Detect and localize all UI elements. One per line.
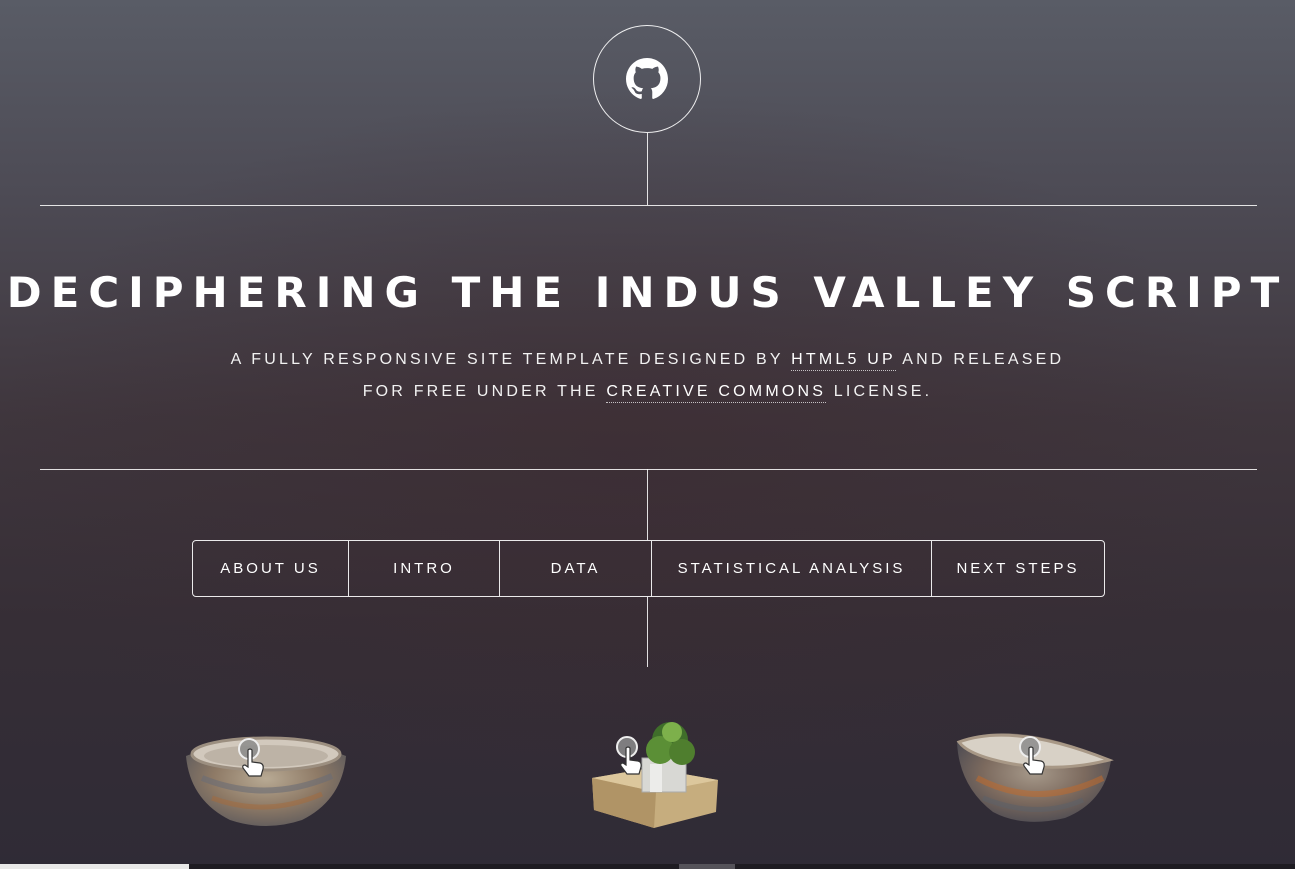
hand-pointer-icon (620, 746, 642, 775)
main-nav: ABOUT US INTRO DATA STATISTICAL ANALYSIS… (192, 540, 1105, 597)
divider-bottom (40, 469, 1257, 470)
nav-about-us[interactable]: ABOUT US (193, 541, 348, 596)
tree-on-block-model[interactable] (590, 720, 720, 832)
github-icon (626, 58, 668, 99)
connector-line-middle (647, 469, 648, 540)
divider-top (40, 205, 1257, 206)
connector-line-bottom (647, 597, 648, 667)
connector-line-top (647, 133, 648, 205)
hand-pointer-icon (1023, 746, 1045, 775)
creative-commons-link[interactable]: CREATIVE COMMONS (606, 383, 827, 403)
scrollbar-segment (679, 864, 735, 869)
subtitle-line-1: A FULLY RESPONSIVE SITE TEMPLATE DESIGNE… (0, 351, 1295, 371)
stone-bowl-image (186, 736, 346, 826)
subtitle-text: A FULLY RESPONSIVE SITE TEMPLATE DESIGNE… (230, 351, 792, 368)
subtitle-line-2: FOR FREE UNDER THE CREATIVE COMMONS LICE… (0, 383, 1295, 403)
html5up-link[interactable]: HTML5 UP (791, 351, 896, 371)
stone-bowl-model-2[interactable] (953, 720, 1115, 830)
horizontal-scrollbar[interactable] (0, 864, 1295, 869)
tree-block-image (592, 722, 718, 828)
stone-bowl-model[interactable] (182, 728, 350, 830)
github-link[interactable] (593, 25, 701, 133)
nav-statistical-analysis[interactable]: STATISTICAL ANALYSIS (651, 541, 931, 596)
subtitle-text: LICENSE. (826, 383, 933, 400)
nav-data[interactable]: DATA (499, 541, 651, 596)
hand-pointer-icon (242, 748, 264, 777)
scrollbar-segment (0, 864, 189, 869)
nav-next-steps[interactable]: NEXT STEPS (931, 541, 1104, 596)
subtitle-text: AND RELEASED (895, 351, 1065, 368)
page-title: DECIPHERING THE INDUS VALLEY SCRIPT (6, 268, 1289, 317)
nav-intro[interactable]: INTRO (348, 541, 499, 596)
subtitle-text: FOR FREE UNDER THE (362, 383, 607, 400)
